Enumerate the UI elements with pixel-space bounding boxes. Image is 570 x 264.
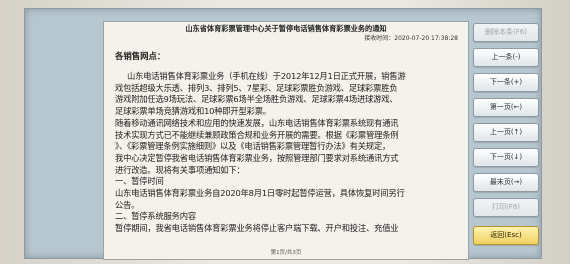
first-page-button[interactable]: 第一页(←): [473, 98, 539, 117]
page-indicator: 第1页/共3页: [270, 250, 302, 256]
notice-panel: 山东省体育彩票管理中心关于暂停电话销售体育彩票业务的通知 接收时间：2020-0…: [103, 21, 469, 260]
notice-line: 戏包括超级大乐透、排列3、排列5、7星彩、足球彩票胜负游戏、足球彩票胜负: [115, 82, 398, 93]
last-page-button[interactable]: 最末页(→): [473, 173, 539, 192]
return-button[interactable]: 返回(Esc): [473, 226, 539, 245]
notice-line: 》、《彩票管理条例实施细则》以及《电话销售彩票管理暂行办法》有关规定，: [115, 141, 391, 152]
notice-line: 技术实现方式已不能继续兼顾政策合规和业务开展的需要。根据《彩票管理条例: [115, 129, 399, 140]
notice-line: 足球彩票单场竞猜游戏和10种即开型彩票。: [115, 106, 271, 117]
next-page-button[interactable]: 下一页(↓): [473, 148, 539, 167]
notice-line: 山东电话销售体育彩票业务自2020年8月1日零时起暂停运营，具体恢复时间另行: [115, 188, 405, 199]
notice-line: 暂停期间，我省电话销售体育彩票业务将停止客户端下载、开户和投注、充值业: [115, 223, 399, 234]
next-item-button[interactable]: 下一条(+): [473, 73, 539, 92]
terminal-screen: 山东省体育彩票管理中心关于暂停电话销售体育彩票业务的通知 接收时间：2020-0…: [24, 8, 542, 260]
receive-time: 接收时间：2020-07-20 17:38:28: [364, 35, 458, 42]
notice-body: 山东电话销售体育彩票业务（手机在线）于2012年12月1日正式开展，销售游 戏包…: [115, 71, 461, 235]
notice-line: 我中心决定暂停我省电话销售体育彩票业务，按照管理部门要求对系统通讯方式: [115, 152, 399, 163]
notice-greeting: 各销售网点：: [115, 51, 166, 61]
notice-line: 山东电话销售体育彩票业务（手机在线）于2012年12月1日正式开展，销售游: [127, 71, 406, 81]
notice-line: 公告。: [115, 199, 140, 210]
notice-line: 随着移动通讯网络技术和应用的快速发展，山东电话销售体育彩票系统现有通讯: [115, 117, 399, 128]
previous-item-button[interactable]: 上一条(-): [473, 48, 539, 67]
notice-line: 游戏附加任选9场玩法、足球彩票6场半全场胜负游戏、足球彩票4场进球游戏、: [115, 94, 398, 105]
previous-page-button[interactable]: 上一页(↑): [473, 123, 539, 142]
delete-button[interactable]: 删除本条(F6): [473, 23, 539, 42]
notice-line: 进行改造。现将有关事项通知如下：: [115, 164, 245, 175]
notice-line: 一、暂停时间: [115, 176, 164, 187]
notice-line: 二、暂停系统服务内容: [115, 211, 196, 222]
print-button[interactable]: 打印(F8): [473, 198, 539, 217]
